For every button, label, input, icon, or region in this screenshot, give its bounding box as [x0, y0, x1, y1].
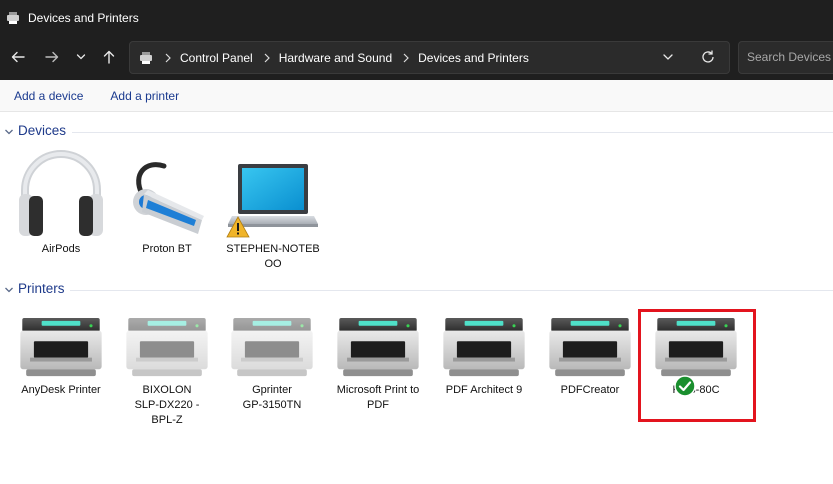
address-dropdown-icon[interactable]	[662, 51, 674, 63]
printer-icon	[231, 318, 313, 378]
printer-label-line1: PDF Architect 9	[445, 384, 523, 396]
selection-highlight-box	[638, 309, 756, 422]
device-label-line2: OO	[264, 258, 282, 270]
recent-locations-button[interactable]	[70, 46, 92, 68]
printer-label-line1: Microsoft Print to	[336, 384, 420, 396]
printer-label: Microsoft Print to PDF	[331, 383, 425, 413]
group-divider	[70, 290, 833, 291]
arrow-right-icon	[45, 51, 59, 63]
breadcrumb-separator-icon	[165, 53, 171, 62]
printer-label-line1: Gprinter	[252, 384, 292, 396]
printer-label: Gprinter GP-3150TN	[225, 383, 319, 413]
printer-microsoft-print-to-pdf[interactable]: Microsoft Print to PDF	[331, 300, 425, 413]
device-label: Proton BT	[142, 243, 192, 255]
printer-label-line1: AnyDesk Printer	[21, 384, 101, 396]
refresh-icon[interactable]	[700, 49, 716, 65]
printer-pdfcreator[interactable]: PDFCreator	[543, 300, 637, 398]
breadcrumb-separator-icon	[264, 53, 270, 62]
printers-group-header[interactable]: Printers	[0, 280, 833, 300]
headphones-icon	[19, 150, 103, 236]
printer-label-line2: PDF	[367, 399, 389, 411]
printer-icon-wrap	[225, 300, 319, 378]
printer-label-line3: BPL-Z	[151, 414, 183, 426]
address-bar[interactable]: Control Panel Hardware and Sound Devices…	[129, 41, 730, 74]
warning-icon	[226, 216, 250, 238]
search-input[interactable]	[747, 50, 833, 64]
printer-icon-wrap	[437, 300, 531, 378]
devices-group-header[interactable]: Devices	[0, 122, 833, 142]
breadcrumb-hardware-and-sound[interactable]: Hardware and Sound	[279, 51, 392, 65]
printer-icon	[443, 318, 525, 378]
printer-pdf-architect-9[interactable]: PDF Architect 9	[437, 300, 531, 398]
printer-icon-wrap	[331, 300, 425, 378]
device-airpods[interactable]: AirPods	[14, 144, 108, 257]
chevron-down-icon	[76, 54, 86, 60]
printer-icon-wrap	[14, 300, 108, 378]
printer-label: PDF Architect 9	[437, 383, 531, 398]
printer-label-line2: SLP-DX220 -	[134, 399, 200, 411]
printer-label: BIXOLON SLP-DX220 - BPL-Z	[120, 383, 214, 428]
printer-icon	[20, 318, 102, 378]
printer-label-line1: BIXOLON	[142, 384, 192, 396]
back-button[interactable]	[7, 46, 29, 68]
printer-icon	[126, 318, 208, 378]
device-label-line1: STEPHEN-NOTEB	[226, 243, 320, 255]
device-proton-bt[interactable]: Proton BT	[120, 144, 214, 257]
printer-icon	[337, 318, 419, 378]
bluetooth-headset-icon	[133, 162, 204, 234]
window-title: Devices and Printers	[28, 11, 139, 25]
bluetooth-headset-icon-wrap	[120, 144, 214, 238]
navigation-bar: Control Panel Hardware and Sound Devices…	[0, 36, 833, 80]
devices-group-label: Devices	[18, 123, 67, 138]
printer-label: AnyDesk Printer	[14, 383, 108, 398]
printer-label-line2: GP-3150TN	[242, 399, 302, 411]
printer-icon-wrap	[543, 300, 637, 378]
printer-gprinter[interactable]: Gprinter GP-3150TN	[225, 300, 319, 413]
forward-button[interactable]	[41, 46, 63, 68]
breadcrumb-control-panel[interactable]: Control Panel	[180, 51, 253, 65]
add-device-button[interactable]: Add a device	[14, 89, 83, 103]
device-label: AirPods	[41, 243, 81, 255]
devices-printers-icon	[7, 12, 19, 24]
chevron-down-icon[interactable]	[4, 128, 14, 136]
printer-label-line1: PDFCreator	[560, 384, 620, 396]
devices-printers-icon	[140, 51, 152, 64]
title-bar: Devices and Printers	[0, 0, 833, 36]
device-label: STEPHEN-NOTEB OO	[226, 242, 320, 272]
add-printer-button[interactable]: Add a printer	[110, 89, 179, 103]
device-stephen-notebook[interactable]: STEPHEN-NOTEB OO	[226, 144, 320, 272]
printer-bixolon[interactable]: BIXOLON SLP-DX220 - BPL-Z	[120, 300, 214, 428]
printer-label: PDFCreator	[543, 383, 637, 398]
search-box[interactable]	[738, 41, 833, 74]
breadcrumb-devices-and-printers[interactable]: Devices and Printers	[418, 51, 529, 65]
printers-group-label: Printers	[18, 281, 65, 296]
chevron-down-icon[interactable]	[4, 286, 14, 294]
printer-icon	[549, 318, 631, 378]
arrow-left-icon	[11, 51, 25, 63]
devices-and-printers-window: Devices and Printers Control Panel Hardw…	[0, 0, 833, 484]
command-bar: Add a device Add a printer	[0, 80, 833, 112]
up-button[interactable]	[98, 46, 120, 68]
printer-icon-wrap	[120, 300, 214, 378]
breadcrumb-separator-icon	[403, 53, 409, 62]
arrow-up-icon	[103, 50, 115, 64]
group-divider	[72, 132, 833, 133]
printer-anydesk[interactable]: AnyDesk Printer	[14, 300, 108, 398]
headphones-icon-wrap	[14, 144, 108, 238]
